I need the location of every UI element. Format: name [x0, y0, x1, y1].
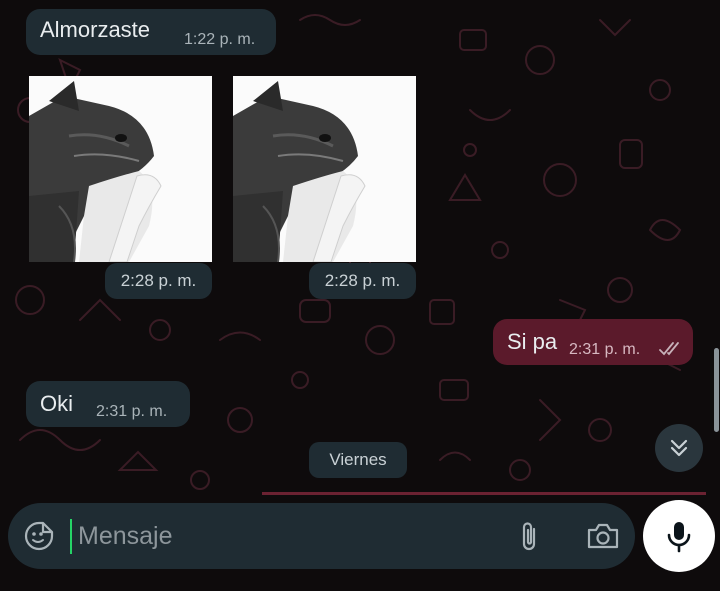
microphone-icon	[667, 522, 691, 553]
voice-message-button[interactable]	[643, 500, 715, 572]
sticker-smiley-icon[interactable]	[24, 521, 54, 551]
photo-message[interactable]	[233, 76, 416, 262]
scroll-to-bottom-button[interactable]	[655, 424, 703, 472]
text-caret	[70, 519, 72, 554]
date-divider: Viernes	[309, 442, 407, 478]
message-bubble-outgoing[interactable]: Si pa 2:31 p. m.	[493, 319, 693, 365]
message-time: 1:22 p. m.	[184, 31, 256, 48]
message-time: 2:31 p. m.	[96, 403, 168, 420]
message-time: 2:31 p. m.	[569, 341, 641, 358]
message-bubble-incoming[interactable]: Oki 2:31 p. m.	[26, 381, 190, 427]
message-text: Almorzaste	[40, 17, 151, 42]
message-bubble-incoming[interactable]: Almorzaste 1:22 p. m.	[26, 9, 276, 55]
double-check-icon	[659, 342, 679, 356]
camera-icon[interactable]	[586, 522, 620, 550]
paperclip-icon[interactable]	[517, 520, 543, 554]
photo-time-badge: 2:28 p. m.	[309, 263, 416, 299]
message-input[interactable]	[70, 503, 510, 569]
chat-scrollbar[interactable]	[714, 348, 719, 432]
message-text: Oki	[40, 391, 73, 416]
photo-message[interactable]	[29, 76, 212, 262]
cat-photo-image	[29, 76, 212, 262]
photo-time-badge: 2:28 p. m.	[105, 263, 212, 299]
message-composer	[8, 503, 635, 569]
double-chevron-down-icon	[670, 439, 688, 457]
cat-photo-image	[233, 76, 416, 262]
message-text: Si pa	[507, 329, 558, 354]
unread-divider-line	[262, 492, 706, 495]
